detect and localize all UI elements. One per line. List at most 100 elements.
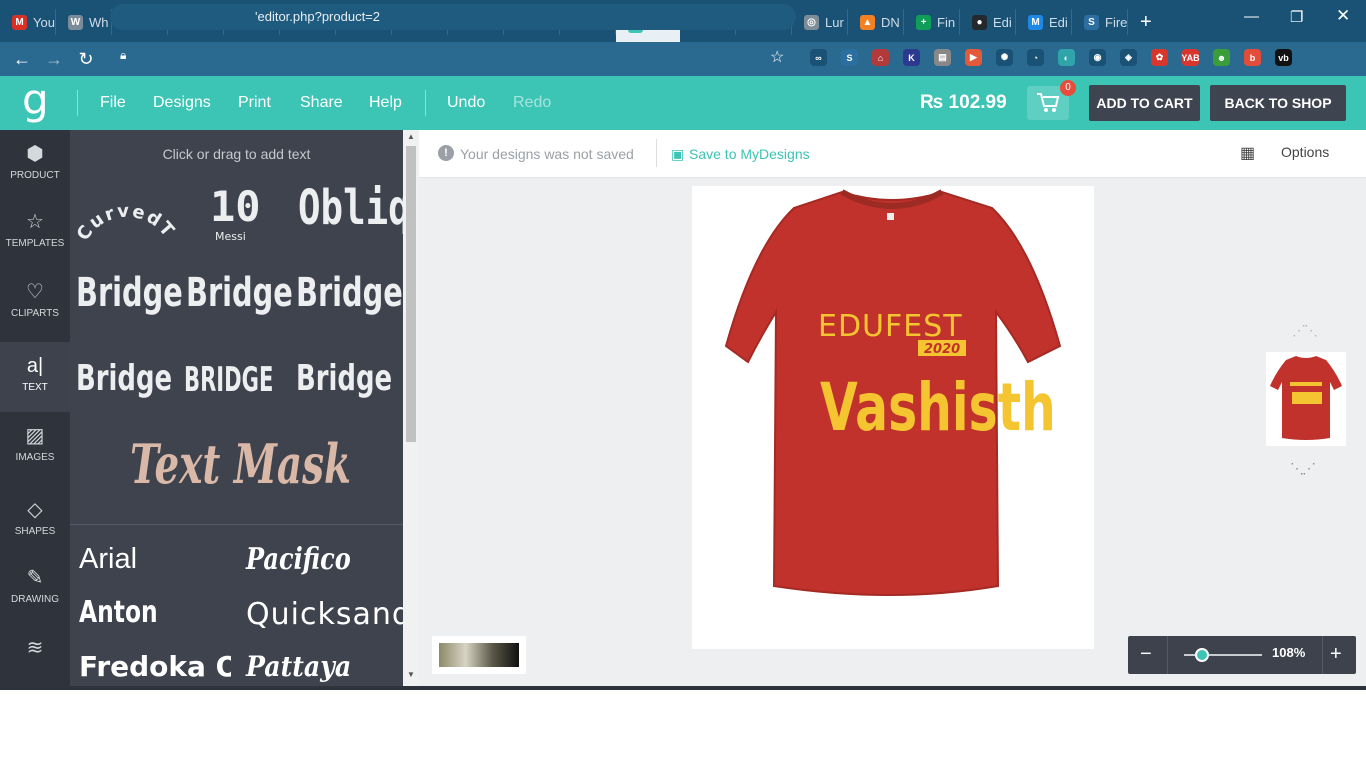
scroll-down-dots-icon[interactable]: ⋱⋰: [1290, 460, 1316, 477]
zoom-control: − 108% +: [1128, 636, 1356, 674]
back-to-shop-button[interactable]: BACK TO SHOP: [1210, 85, 1346, 121]
redo-button[interactable]: Redo: [513, 94, 551, 112]
curved-text-sample[interactable]: CurvedText: [72, 178, 182, 250]
bridge-sample-2[interactable]: Bridge: [186, 270, 293, 316]
zoom-slider-knob[interactable]: [1194, 648, 1209, 662]
url-bar[interactable]: 'editor.php?product=2: [110, 4, 796, 30]
design-text-line1[interactable]: EDUFEST: [818, 309, 963, 344]
minimize-icon[interactable]: —: [1244, 8, 1259, 25]
extension-icon[interactable]: ✿: [1151, 49, 1168, 66]
panel-hint: Click or drag to add text: [162, 146, 311, 162]
browser-tab[interactable]: M Edi: [1016, 9, 1072, 35]
forward-icon[interactable]: →: [38, 49, 70, 70]
scrollbar-thumb[interactable]: [406, 146, 416, 442]
menu-print[interactable]: Print: [238, 94, 271, 112]
panel-divider: [70, 524, 403, 525]
sidebar-item-product[interactable]: ⬢ PRODUCT: [0, 130, 70, 200]
extension-icon[interactable]: ◈: [1120, 49, 1137, 66]
sidebar-item-text[interactable]: a| TEXT: [0, 342, 70, 412]
tab-label: You: [33, 14, 55, 30]
number-sample[interactable]: 10: [210, 182, 261, 231]
menu-file[interactable]: File: [100, 94, 126, 112]
zoom-level: 108%: [1272, 645, 1306, 660]
star-icon: ☆: [26, 211, 44, 233]
sidebar-item-label: SHAPES: [14, 526, 56, 537]
bridge-sample-3[interactable]: Bridge: [296, 270, 403, 316]
view-thumbnail-front[interactable]: [1266, 352, 1346, 446]
bridge-sample-4[interactable]: Bridge: [76, 358, 172, 399]
curved-text-label: CurvedText: [72, 178, 176, 245]
browser-tab[interactable]: W Wh: [56, 9, 112, 35]
tab-label: Fire: [1105, 14, 1128, 30]
extension-icon[interactable]: ◉: [1089, 49, 1106, 66]
bookmark-star-icon[interactable]: ☆: [770, 47, 784, 67]
font-arial[interactable]: Arial: [79, 543, 137, 576]
scroll-up-icon[interactable]: ▲: [407, 132, 415, 141]
browser-tab[interactable]: ● Edi: [960, 9, 1016, 35]
zoom-in-button[interactable]: +: [1330, 643, 1342, 666]
text-mask-sample[interactable]: Text Mask: [130, 432, 351, 496]
sidebar-item-images[interactable]: ▨ IMAGES: [0, 412, 70, 482]
close-window-icon[interactable]: ✕: [1336, 6, 1350, 26]
qr-code-icon[interactable]: ▦: [1240, 143, 1255, 163]
browser-tab[interactable]: + Fin: [904, 9, 960, 35]
browser-tab[interactable]: M You: [0, 9, 56, 35]
sidebar-item-cliparts[interactable]: ♡ CLIPARTS: [0, 268, 70, 338]
sidebar-item-templates[interactable]: ☆ TEMPLATES: [0, 198, 70, 268]
color-swatch[interactable]: [432, 636, 526, 674]
font-anton[interactable]: Anton: [79, 595, 158, 630]
extension-icon[interactable]: ∞: [810, 49, 827, 66]
extension-icon[interactable]: ▤: [934, 49, 951, 66]
extension-icon[interactable]: ✺: [996, 49, 1013, 66]
menu-help[interactable]: Help: [369, 94, 402, 112]
design-name-text[interactable]: Vashisth: [820, 369, 1056, 446]
bridge-sample-1[interactable]: Bridge: [76, 270, 183, 316]
product-stage[interactable]: EDUFEST 2020 Vashisth: [692, 186, 1094, 649]
back-icon[interactable]: ←: [6, 49, 38, 70]
extension-icon[interactable]: ◐: [1058, 49, 1075, 66]
sidebar-item-drawing[interactable]: ✎ DRAWING: [0, 554, 70, 624]
browser-tab[interactable]: ▲ DN: [848, 9, 904, 35]
lock-icon[interactable]: 🔒︎: [120, 48, 126, 63]
font-pacifico[interactable]: Pacifico: [246, 542, 351, 577]
restore-icon[interactable]: ❐: [1290, 8, 1303, 26]
browser-tab[interactable]: ◎ Lur: [792, 9, 848, 35]
font-quicksand[interactable]: Quicksand: [246, 597, 403, 632]
reload-icon[interactable]: ↻: [70, 49, 102, 70]
zoom-out-button[interactable]: −: [1140, 643, 1152, 666]
scroll-down-icon[interactable]: ▼: [407, 670, 415, 679]
extension-icon[interactable]: ☻: [1213, 49, 1230, 66]
extension-icon[interactable]: ⌂: [872, 49, 889, 66]
add-to-cart-button[interactable]: ADD TO CART: [1089, 85, 1200, 121]
tab-favicon-icon: M: [1028, 14, 1043, 30]
extension-icon[interactable]: b: [1244, 49, 1261, 66]
extension-icon[interactable]: K: [903, 49, 920, 66]
app-logo[interactable]: g: [22, 79, 52, 122]
sidebar-item-layers[interactable]: ≋: [0, 624, 70, 694]
bridge-sample-5[interactable]: Bridge: [296, 358, 392, 399]
design-year[interactable]: 2020: [924, 342, 960, 357]
save-icon[interactable]: ▣: [671, 146, 684, 163]
menu-share[interactable]: Share: [300, 94, 343, 112]
oblique-sample[interactable]: Obliqu: [298, 180, 403, 236]
options-button[interactable]: Options: [1281, 144, 1329, 160]
extension-icon[interactable]: vb: [1275, 49, 1292, 66]
extension-icon[interactable]: ▶: [965, 49, 982, 66]
new-tab-icon[interactable]: +: [1128, 9, 1152, 35]
save-to-mydesigns-link[interactable]: Save to MyDesigns: [689, 146, 810, 162]
undo-button[interactable]: Undo: [447, 94, 485, 112]
browser-tab[interactable]: S Fire: [1072, 9, 1128, 35]
font-pattaya[interactable]: Pattaya: [246, 650, 351, 683]
extension-icon[interactable]: S: [841, 49, 858, 66]
panel-scrollbar[interactable]: ▲ ▼: [403, 130, 419, 686]
sidebar-item-shapes[interactable]: ◇ SHAPES: [0, 486, 70, 556]
font-fredoka[interactable]: Fredoka Or: [79, 650, 231, 683]
extension-icon[interactable]: ◔: [1027, 49, 1044, 66]
extension-icon[interactable]: YAB: [1181, 49, 1200, 66]
tab-favicon-icon: W: [68, 14, 83, 30]
tab-label: Edi: [993, 14, 1012, 30]
bridge-caps-sample[interactable]: BRIDGE: [184, 360, 273, 400]
tshirt-mockup[interactable]: EDUFEST 2020 Vashisth: [692, 186, 1094, 649]
menu-designs[interactable]: Designs: [153, 94, 211, 112]
scroll-up-dots-icon[interactable]: ⋰⋱: [1292, 322, 1318, 339]
